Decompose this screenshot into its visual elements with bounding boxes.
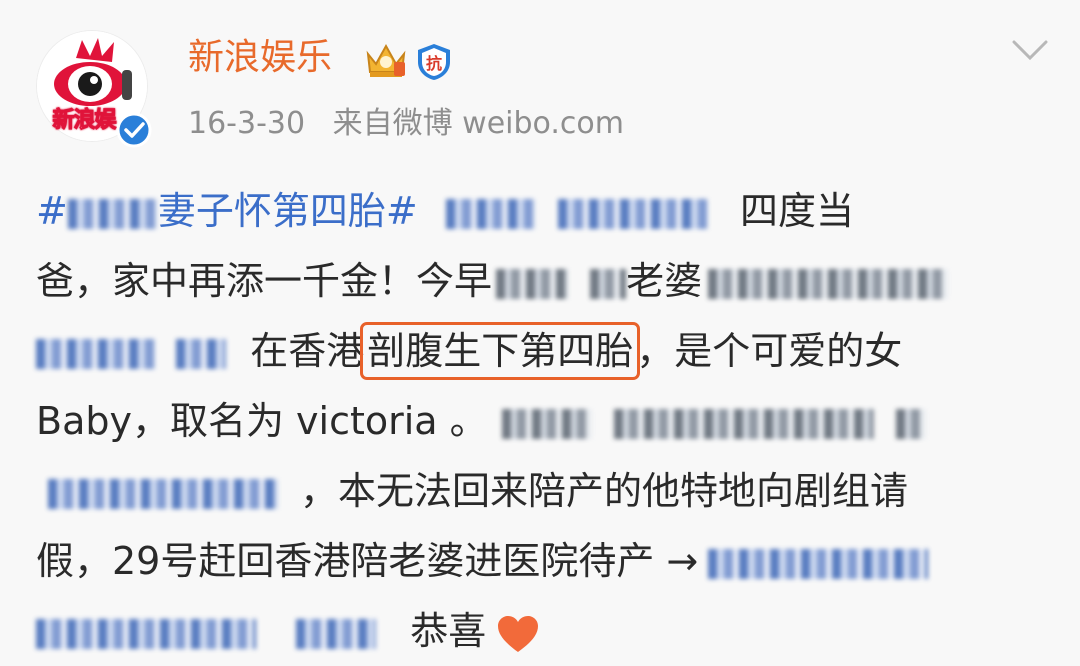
highlight-box: 剖腹生下第四胎 — [360, 322, 641, 380]
anti-badge-text: 抗 — [426, 54, 442, 73]
post-meta: 16-3-30 来自微博 weibo.com — [188, 104, 624, 144]
post-body: # 妻子怀第四胎# 四度当 爸，家中再添一千金！今早 老婆 在香港剖腹生下第四胎，… — [36, 176, 1046, 666]
post-text: 四度当 — [739, 189, 854, 233]
post-text: ，本无法回来陪产的他特地向剧组请 — [300, 469, 909, 513]
post-text: 爸，家中再添一千金！今早 — [36, 259, 493, 303]
blurred-text — [36, 618, 256, 649]
post-text: 假，29号赶回香港陪老婆进医院待产 → — [36, 539, 699, 583]
blurred-text — [895, 408, 926, 439]
account-name[interactable]: 新浪娱乐 — [188, 34, 332, 82]
anti-badge-icon[interactable]: 抗 — [414, 42, 454, 82]
post-text: ，是个可爱的女 — [636, 329, 903, 373]
blurred-text — [67, 198, 158, 229]
crown-badge-icon[interactable] — [364, 40, 408, 80]
post-text: 在香港 — [250, 329, 365, 373]
blurred-text — [496, 268, 569, 299]
post-line-2: 爸，家中再添一千金！今早 老婆 — [36, 246, 1046, 316]
blurred-text — [613, 408, 874, 439]
blurred-text — [590, 268, 627, 299]
blurred-text — [176, 338, 227, 369]
blurred-text — [48, 478, 278, 509]
post-line-5: ，本无法回来陪产的他特地向剧组请 — [36, 456, 1046, 526]
post-line-3: 在香港剖腹生下第四胎，是个可爱的女 — [36, 316, 1046, 386]
post-source[interactable]: 来自微博 weibo.com — [333, 106, 624, 141]
post-line-6: 假，29号赶回香港陪老婆进医院待产 → — [36, 526, 1046, 596]
post-line-7: 恭喜 — [36, 596, 1046, 666]
blurred-text — [708, 548, 929, 579]
blurred-text — [445, 198, 536, 229]
post-line-1: # 妻子怀第四胎# 四度当 — [36, 176, 1046, 246]
post-line-4: Baby，取名为 victoria 。 — [36, 386, 1046, 456]
blurred-text — [708, 268, 949, 299]
blurred-text — [501, 408, 592, 439]
blurred-text — [36, 338, 156, 369]
post-text: Baby，取名为 victoria 。 — [36, 399, 488, 443]
post-text: 恭喜 — [410, 609, 487, 653]
heart-icon — [498, 615, 539, 652]
verified-check-icon — [116, 112, 152, 148]
post-date: 16-3-30 — [188, 106, 306, 141]
blurred-text — [296, 618, 377, 649]
chevron-down-icon[interactable] — [1010, 38, 1050, 62]
topic-link[interactable]: # 妻子怀第四胎# — [36, 189, 418, 233]
post-text: 老婆 — [626, 259, 703, 303]
blurred-text — [557, 198, 708, 229]
